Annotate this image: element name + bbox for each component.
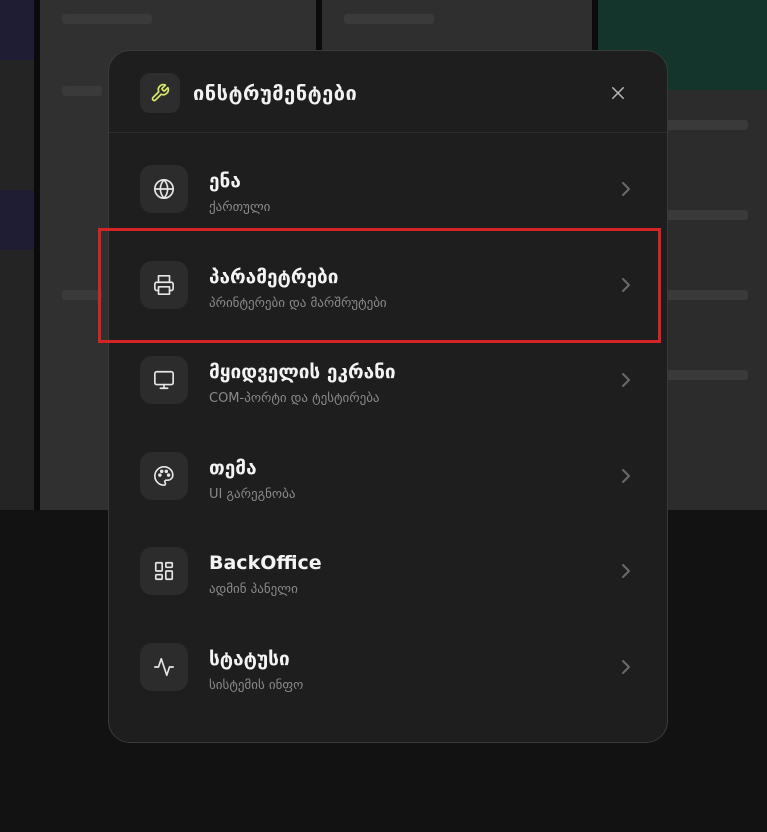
chevron-right-icon [619,276,633,294]
palette-icon [140,451,188,500]
chevron-right-icon [619,180,633,198]
wrench-icon [140,73,180,113]
chevron-right-icon [619,371,633,389]
menu-item-title: თემა [209,456,257,479]
activity-icon [140,642,188,691]
menu-item-title: მყიდველის ეკრანი [209,361,396,383]
dashboard-icon [140,547,188,595]
menu-item-parameters[interactable]: პარამეტრები პრინტერები და მარშრუტები [109,238,667,334]
tools-modal: ინსტრუმენტები ენა ქართული პარამეტრები პრ… [108,50,668,743]
globe-icon [140,165,188,213]
menu-item-title: სტატუსი [209,647,290,670]
menu-item-title: BackOffice [209,552,322,574]
menu-item-theme[interactable]: თემა UI გარეგნობა [109,429,667,525]
menu-item-subtitle: COM-პორტი და ტესტირება [209,391,380,406]
menu-item-customer-display[interactable]: მყიდველის ეკრანი COM-პორტი და ტესტირება [109,333,667,429]
menu-item-subtitle: სისტემის ინფო [209,677,304,693]
menu-item-title: პარამეტრები [209,265,339,288]
menu-item-subtitle: პრინტერები და მარშრუტები [209,295,387,311]
background-panel [0,0,34,510]
menu-item-subtitle: UI გარეგნობა [209,486,296,502]
printer-icon [140,260,188,309]
chevron-right-icon [619,658,633,676]
modal-header: ინსტრუმენტები [109,51,667,133]
chevron-right-icon [619,562,633,580]
menu-item-backoffice[interactable]: BackOffice ადმინ პანელი [109,524,667,620]
tools-menu: ენა ქართული პარამეტრები პრინტერები და მა… [109,142,667,715]
menu-item-subtitle: ქართული [209,200,271,215]
chevron-right-icon [619,467,633,485]
menu-item-status[interactable]: სტატუსი სისტემის ინფო [109,620,667,716]
modal-title: ინსტრუმენტები [193,81,358,105]
monitor-icon [140,356,188,404]
menu-item-language[interactable]: ენა ქართული [109,142,667,238]
menu-item-title: ენა [209,170,241,192]
menu-item-subtitle: ადმინ პანელი [209,582,298,597]
close-icon[interactable] [603,78,633,108]
